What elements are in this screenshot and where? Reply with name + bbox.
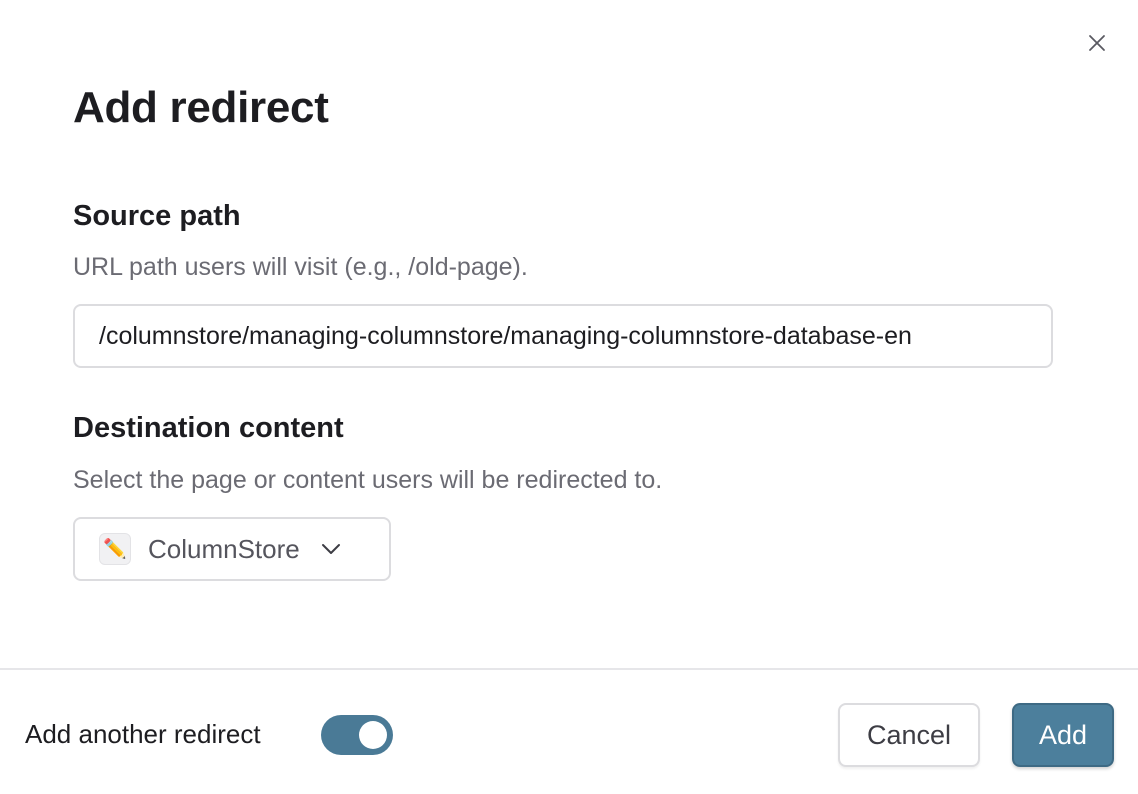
toggle-knob: [359, 721, 387, 749]
add-another-redirect-toggle[interactable]: [321, 715, 393, 755]
destination-select[interactable]: ✏️ ColumnStore: [73, 517, 391, 581]
destination-content-label: Destination content: [73, 412, 344, 444]
source-path-description: URL path users will visit (e.g., /old-pa…: [73, 253, 528, 281]
close-icon: [1089, 35, 1105, 51]
pencil-emoji-icon: ✏️: [99, 533, 131, 565]
destination-selected-label: ColumnStore: [148, 533, 300, 564]
chevron-down-icon: [321, 543, 341, 555]
destination-content-description: Select the page or content users will be…: [73, 466, 663, 494]
add-redirect-dialog: Add redirect Source path URL path users …: [0, 0, 1138, 794]
add-another-redirect-label: Add another redirect: [25, 719, 261, 749]
cancel-button[interactable]: Cancel: [838, 703, 980, 767]
add-button[interactable]: Add: [1012, 703, 1114, 767]
footer-divider: [0, 668, 1138, 670]
source-path-input[interactable]: [73, 304, 1053, 368]
close-button[interactable]: [1083, 29, 1111, 57]
source-path-label: Source path: [73, 200, 241, 232]
dialog-title: Add redirect: [73, 83, 329, 132]
